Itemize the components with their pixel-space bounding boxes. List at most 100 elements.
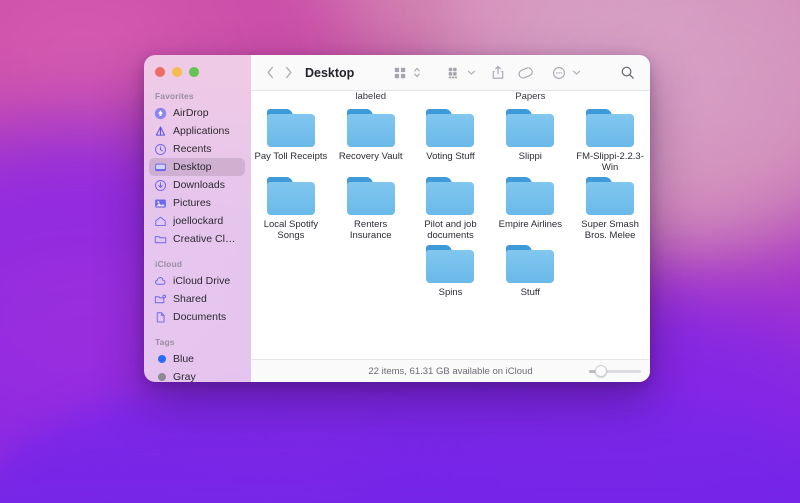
- status-text: 22 items, 61.31 GB available on iCloud: [368, 365, 533, 377]
- folder-icon: [266, 109, 315, 147]
- file-item[interactable]: Local Spotify Songs: [251, 177, 331, 241]
- sidebar-section-favorites: Favorites: [155, 91, 194, 101]
- wallpaper-wave: [0, 363, 800, 503]
- sidebar-item-label: Gray: [173, 371, 196, 382]
- airdrop-icon: [154, 107, 167, 120]
- up-down-chevron-icon[interactable]: [413, 66, 421, 79]
- grid-view-icon[interactable]: [389, 62, 411, 84]
- sidebar-item-recents[interactable]: Recents: [149, 140, 245, 158]
- finder-content-pane: Desktop labeled Papers Pay Toll Receipts…: [251, 55, 650, 382]
- file-label: Pilot and job documents: [424, 219, 477, 241]
- file-item[interactable]: Renters Insurance: [331, 177, 411, 241]
- cloud-icon: [154, 275, 167, 288]
- file-label: Recovery Vault: [338, 151, 403, 162]
- sidebar-item-documents[interactable]: Documents: [149, 308, 245, 326]
- sidebar-item-label: iCloud Drive: [173, 275, 231, 287]
- folder-icon: [586, 177, 635, 215]
- view-switcher[interactable]: [389, 62, 421, 84]
- tag-dot-gray-icon: [154, 371, 167, 383]
- sidebar-item-label: Shared: [173, 293, 207, 305]
- more-options-control[interactable]: [548, 62, 581, 84]
- folder-icon: [506, 245, 555, 283]
- sidebar-item-label: Blue: [173, 353, 195, 365]
- tag-dot-blue-icon: [154, 353, 167, 366]
- folder-icon: [154, 233, 167, 246]
- window-controls[interactable]: [155, 67, 199, 77]
- zoom-button[interactable]: [189, 67, 199, 77]
- file-label: Voting Stuff: [426, 151, 475, 162]
- sidebar-item-label: Downloads: [173, 179, 225, 191]
- clipped-label-row: labeled Papers: [251, 91, 650, 105]
- home-icon: [154, 215, 167, 228]
- minimize-button[interactable]: [172, 67, 182, 77]
- slider-knob[interactable]: [595, 365, 608, 377]
- chevron-down-icon[interactable]: [467, 69, 476, 76]
- sidebar-item-tag-blue[interactable]: Blue: [149, 350, 245, 368]
- group-by-control[interactable]: [443, 62, 476, 84]
- folder-icon: [426, 109, 475, 147]
- desktop-wallpaper: Favorites AirDrop Applications Recents D…: [0, 0, 800, 503]
- file-grid[interactable]: labeled Papers Pay Toll Receipts Recover…: [251, 91, 650, 359]
- file-item[interactable]: Super Smash Bros. Melee: [570, 177, 650, 241]
- share-icon[interactable]: [487, 62, 509, 84]
- sidebar-item-tag-gray[interactable]: Gray: [149, 368, 245, 382]
- pictures-icon: [154, 197, 167, 210]
- sidebar-item-desktop[interactable]: Desktop: [149, 158, 245, 176]
- file-item[interactable]: Spins: [411, 245, 491, 298]
- folder-icon: [266, 177, 315, 215]
- finder-sidebar: Favorites AirDrop Applications Recents D…: [144, 55, 251, 382]
- back-button[interactable]: [261, 63, 279, 83]
- applications-icon: [154, 125, 167, 138]
- icon-size-slider[interactable]: [589, 365, 641, 377]
- more-options-icon[interactable]: [548, 62, 570, 84]
- forward-button[interactable]: [279, 63, 297, 83]
- folder-icon: [506, 109, 555, 147]
- sidebar-item-downloads[interactable]: Downloads: [149, 176, 245, 194]
- file-item[interactable]: Pay Toll Receipts: [251, 109, 331, 162]
- folder-icon: [506, 177, 555, 215]
- sidebar-item-home[interactable]: joellockard: [149, 212, 245, 230]
- group-by-icon[interactable]: [443, 62, 465, 84]
- file-item[interactable]: Pilot and job documents: [411, 177, 491, 241]
- sidebar-item-airdrop[interactable]: AirDrop: [149, 104, 245, 122]
- status-bar: 22 items, 61.31 GB available on iCloud: [251, 359, 650, 382]
- file-label: Spins: [438, 287, 463, 298]
- folder-icon: [426, 177, 475, 215]
- clipped-label: labeled: [355, 91, 387, 102]
- sidebar-item-label: Recents: [173, 143, 212, 155]
- desktop-icon: [154, 161, 167, 174]
- sidebar-item-creative-cloud[interactable]: Creative Cloud...: [149, 230, 245, 248]
- file-item[interactable]: Slippi: [490, 109, 570, 162]
- file-label: Pay Toll Receipts: [254, 151, 328, 162]
- sidebar-item-label: AirDrop: [173, 107, 209, 119]
- page-title: Desktop: [305, 65, 355, 80]
- file-item[interactable]: FM-Slippi-2.2.3-Win: [570, 109, 650, 173]
- tag-icon[interactable]: [514, 62, 537, 84]
- downloads-icon: [154, 179, 167, 192]
- folder-icon: [586, 109, 635, 147]
- sidebar-item-applications[interactable]: Applications: [149, 122, 245, 140]
- file-item[interactable]: Empire Airlines: [490, 177, 570, 230]
- file-item[interactable]: Stuff: [490, 245, 570, 298]
- shared-folder-icon: [154, 293, 167, 306]
- sidebar-item-icloud-drive[interactable]: iCloud Drive: [149, 272, 245, 290]
- finder-window[interactable]: Favorites AirDrop Applications Recents D…: [144, 55, 650, 382]
- sidebar-item-shared[interactable]: Shared: [149, 290, 245, 308]
- sidebar-item-label: Pictures: [173, 197, 211, 209]
- file-row: Pay Toll Receipts Recovery Vault Voting …: [251, 105, 650, 173]
- file-item[interactable]: Recovery Vault: [331, 109, 411, 162]
- file-label: Super Smash Bros. Melee: [581, 219, 639, 241]
- recents-clock-icon: [154, 143, 167, 156]
- sidebar-item-pictures[interactable]: Pictures: [149, 194, 245, 212]
- sidebar-item-label: Applications: [173, 125, 230, 137]
- file-label: Renters Insurance: [349, 219, 392, 241]
- chevron-down-icon[interactable]: [572, 69, 581, 76]
- file-label: Slippi: [518, 151, 542, 162]
- close-button[interactable]: [155, 67, 165, 77]
- sidebar-item-label: joellockard: [173, 215, 224, 227]
- folder-icon: [346, 177, 395, 215]
- file-row: Local Spotify Songs Renters Insurance Pi…: [251, 173, 650, 241]
- file-label: Stuff: [520, 287, 540, 298]
- search-icon[interactable]: [616, 62, 639, 84]
- file-item[interactable]: Voting Stuff: [411, 109, 491, 162]
